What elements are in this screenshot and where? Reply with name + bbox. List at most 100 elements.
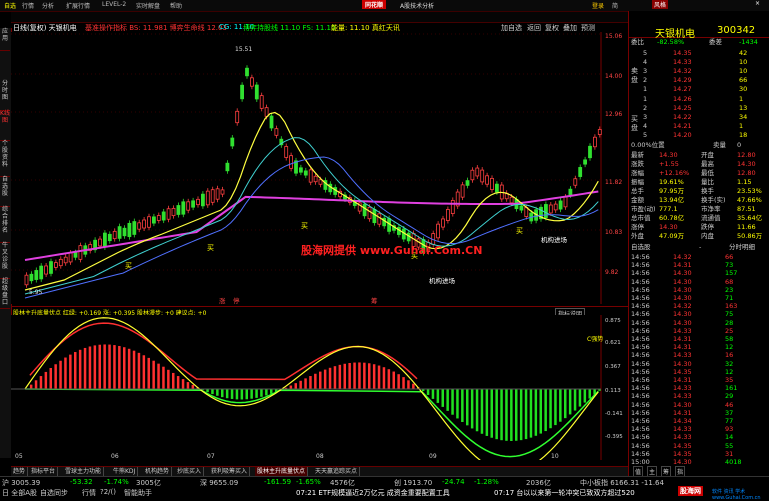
stat-value: 14.30 bbox=[659, 151, 678, 159]
sub-bar bbox=[255, 389, 258, 398]
left-tab-watchlist[interactable]: 自选股 bbox=[0, 176, 10, 207]
tab-platform[interactable]: 指标平台 bbox=[29, 467, 59, 476]
left-tab-intraday[interactable]: 分时图 bbox=[0, 80, 10, 111]
quote-button[interactable]: 行情 bbox=[82, 488, 96, 498]
sub-bar bbox=[142, 355, 146, 389]
sub-bar bbox=[451, 389, 454, 415]
buy-signal-2: 买 bbox=[207, 244, 214, 252]
sub-bar bbox=[113, 345, 116, 389]
left-tab-orderbook[interactable]: 超级盘口 bbox=[0, 278, 10, 309]
sub-indicator-chart[interactable]: 0.875 0.621 0.367 0.113 -0.141 -0.395 C强势 05 0… bbox=[11, 315, 628, 460]
tab-institution[interactable]: 机构趋势 bbox=[143, 467, 173, 476]
menu-item-0[interactable]: 自选 bbox=[4, 1, 16, 10]
position-row: 0.00%位置 卖量 0 bbox=[629, 141, 769, 150]
stat-label: 外盘 bbox=[631, 232, 644, 240]
sh-index[interactable]: 沪 3005.39 bbox=[2, 478, 40, 488]
limit-stop-label: 停 bbox=[233, 296, 240, 304]
sub-bar bbox=[44, 371, 48, 389]
stat-label: 金额 bbox=[631, 196, 644, 204]
candle bbox=[436, 223, 441, 239]
status-bar: 沪 3005.39 -53.32 -1.74% 3005亿 深 9655.09 … bbox=[0, 476, 769, 501]
strong-signal: C强势 bbox=[587, 335, 603, 343]
sub-bar bbox=[426, 389, 430, 395]
stat-value: 60.78亿 bbox=[659, 214, 685, 222]
candle bbox=[103, 232, 107, 248]
bid-row: 3 14.22 34 bbox=[629, 113, 769, 122]
market-select[interactable]: 日 全部A股 bbox=[2, 488, 37, 498]
menu-item-5[interactable]: 实时解盘 bbox=[136, 1, 160, 10]
buy-side-label: 买盘 bbox=[631, 115, 638, 132]
sub-bar bbox=[470, 389, 474, 429]
sub-bar bbox=[39, 376, 43, 389]
sub-bar bbox=[338, 364, 342, 389]
tab-active-indicator[interactable]: 股林主升底量伏点 bbox=[255, 467, 309, 476]
tab-bottom-buy[interactable]: 抄底买入 bbox=[175, 467, 205, 476]
diff-value: -1434 bbox=[739, 38, 758, 46]
menu-item-2[interactable]: 分析 bbox=[42, 1, 54, 10]
candle bbox=[303, 170, 308, 176]
left-tab-profile[interactable]: 个股资料 bbox=[0, 140, 10, 177]
candle bbox=[597, 129, 602, 135]
candle bbox=[186, 201, 191, 211]
small-cap-index[interactable]: 中小板指 6166.31 -11.64 bbox=[580, 478, 664, 488]
bid-price: 14.26 bbox=[673, 95, 692, 103]
tab-kdj[interactable]: 牛熊KDJ bbox=[111, 467, 139, 476]
close-icon[interactable]: × bbox=[755, 0, 760, 7]
style-button[interactable]: 风格 bbox=[652, 0, 669, 9]
sub-axis-tick: 0.113 bbox=[605, 388, 621, 394]
candle bbox=[24, 274, 29, 286]
sub-bar bbox=[485, 389, 489, 436]
news-ticker-1[interactable]: 07:21 ETF规模逼近2万亿元 成资金重要配置工具 bbox=[296, 488, 450, 498]
menu-item-6[interactable]: 帮助 bbox=[170, 1, 182, 10]
news-ticker-2[interactable]: 07:17 台以以来第一轮冲突已致双方超过520 bbox=[494, 488, 635, 498]
sub-bar bbox=[172, 372, 175, 389]
sz-index[interactable]: 深 9655.09 bbox=[200, 478, 238, 488]
tab-trend[interactable]: 趋势 bbox=[11, 467, 29, 476]
date-tick: 07 bbox=[207, 453, 215, 460]
candle bbox=[225, 162, 230, 172]
candle bbox=[465, 180, 470, 186]
menu-item-1[interactable]: 行情 bbox=[22, 1, 34, 10]
ask-price: 14.32 bbox=[673, 67, 692, 75]
tab-profit-buy[interactable]: 获利吸筹买入 bbox=[209, 467, 251, 476]
left-tab-apps[interactable]: 应用 bbox=[0, 28, 10, 51]
candle bbox=[63, 256, 68, 264]
stat-label: 跌停 bbox=[701, 223, 714, 231]
left-tab-kline[interactable]: K线图 bbox=[0, 110, 10, 141]
sub-bar bbox=[515, 389, 518, 441]
sync-button[interactable]: 自选同步 bbox=[40, 488, 68, 498]
sub-bar bbox=[34, 380, 38, 389]
candle bbox=[259, 95, 264, 109]
sub-bar bbox=[505, 389, 508, 441]
candle bbox=[274, 128, 279, 136]
candle bbox=[151, 216, 156, 224]
assistant-button[interactable]: 智能助手 bbox=[124, 488, 152, 498]
ratio-value: -82.58% bbox=[657, 38, 685, 46]
sub-bar bbox=[578, 389, 582, 407]
sub-bar bbox=[348, 363, 351, 389]
left-tab-diagnosis[interactable]: 牛叉诊股 bbox=[0, 242, 10, 279]
tab-daily-track[interactable]: 天天赢追踪买点 bbox=[313, 467, 361, 476]
kline-chart[interactable]: 15.06 14.00 12.96 11.82 10.83 9.82 15.51 5.95… bbox=[11, 32, 628, 304]
sub-bar bbox=[240, 389, 244, 400]
menu-item-3[interactable]: 扩展行情 bbox=[66, 1, 90, 10]
cy-index[interactable]: 创 1913.70 bbox=[394, 478, 432, 488]
ask-price: 14.33 bbox=[673, 58, 692, 66]
candle bbox=[377, 213, 382, 225]
tick-sep: - bbox=[699, 243, 702, 251]
left-tab-ranking[interactable]: 综合排名 bbox=[0, 206, 10, 243]
ask-row: 4 14.33 10 bbox=[629, 58, 769, 67]
stat-label: 涨停 bbox=[631, 223, 644, 231]
stat-row: 涨跌 +1.55 最高 14.30 bbox=[629, 160, 769, 169]
sub-bar bbox=[211, 389, 214, 395]
ask-volume: 30 bbox=[739, 85, 748, 93]
candle bbox=[583, 159, 587, 165]
login-link[interactable]: 登录 bbox=[592, 1, 604, 10]
menu-item-4[interactable]: LEVEL-2 bbox=[102, 1, 126, 8]
sub-bar bbox=[358, 362, 361, 389]
tab-snowball[interactable]: 雪球主力功能 bbox=[63, 467, 105, 476]
sub-bar bbox=[490, 389, 493, 438]
sub-bar bbox=[495, 389, 498, 440]
simple-link[interactable]: 简 bbox=[612, 1, 618, 10]
candle bbox=[44, 265, 48, 275]
